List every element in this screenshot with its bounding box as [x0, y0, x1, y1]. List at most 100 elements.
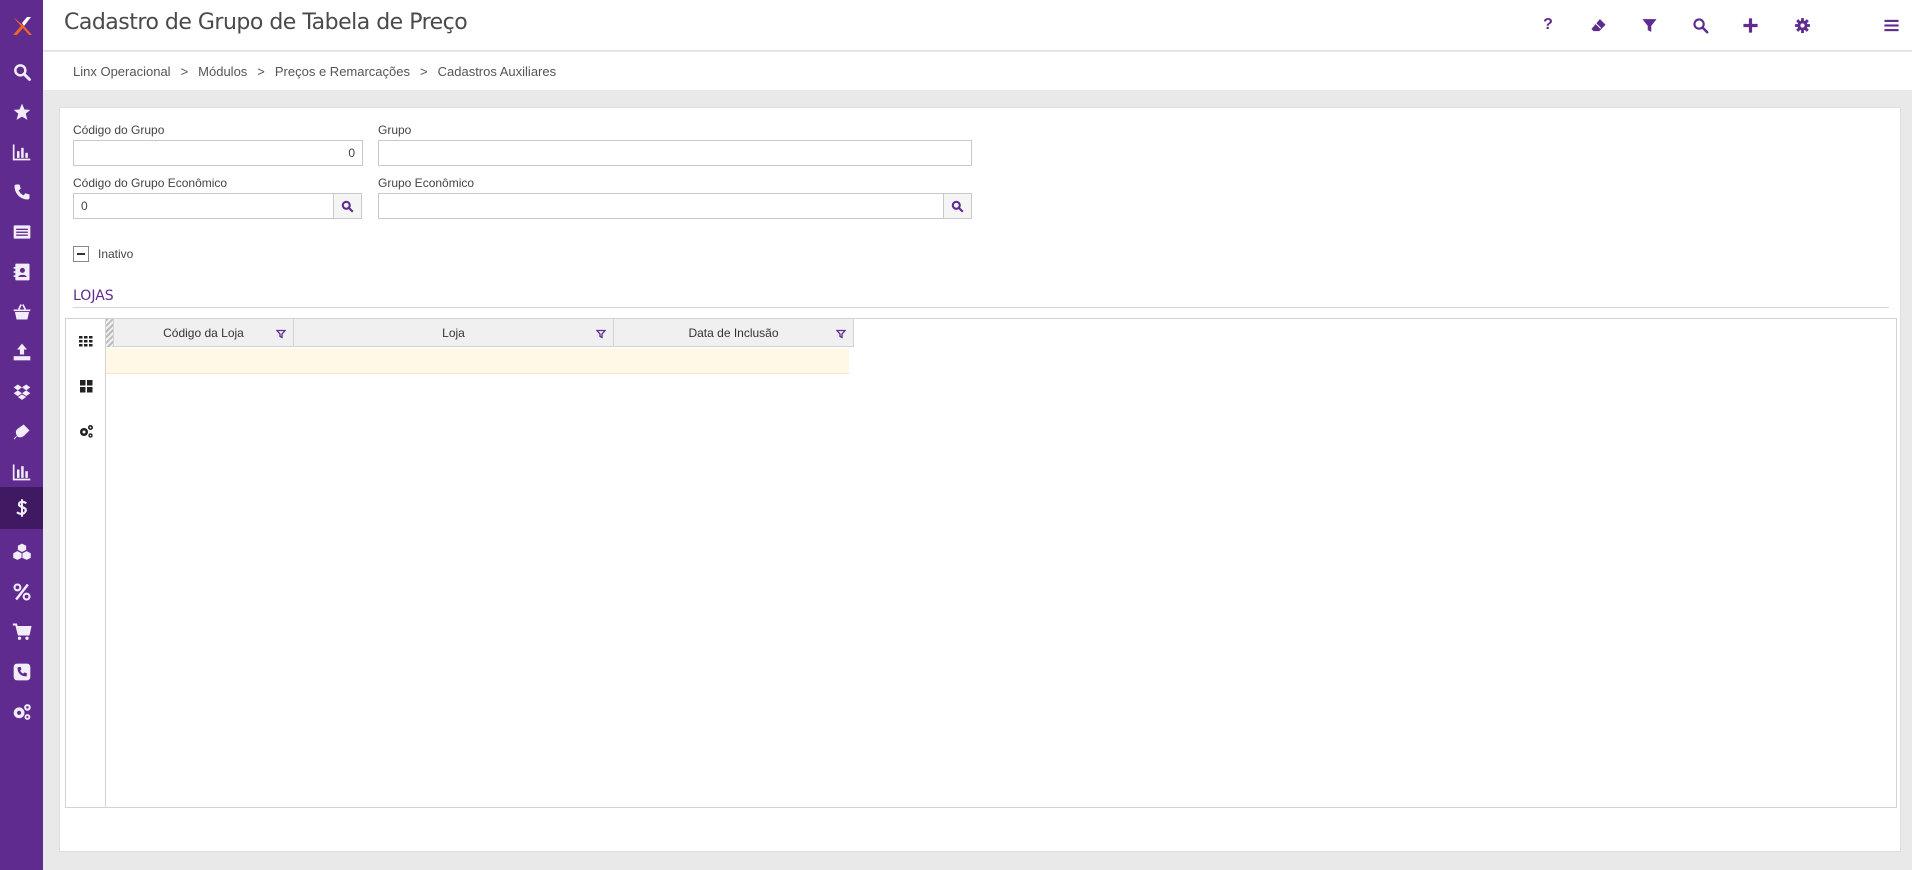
sidebar-item-contacts[interactable]: [0, 252, 43, 292]
sidebar-item-discounts[interactable]: [0, 572, 43, 612]
indeterminate-mark: [77, 253, 85, 255]
sidebar-item-phone[interactable]: [0, 172, 43, 212]
dropbox-icon: [13, 384, 30, 400]
inativo-checkbox[interactable]: [73, 246, 89, 262]
sidebar-item-search[interactable]: [0, 52, 43, 92]
page-title: Cadastro de Grupo de Tabela de Preço: [64, 10, 468, 35]
sidebar: [0, 0, 43, 870]
plug-icon: [13, 424, 29, 440]
sidebar-item-dropbox[interactable]: [0, 372, 43, 412]
help-icon: ?: [1543, 16, 1553, 33]
sidebar-item-list[interactable]: [0, 212, 43, 252]
linx-logo[interactable]: [0, 0, 43, 52]
grupo-label: Grupo: [378, 123, 412, 137]
search-icon: [13, 64, 31, 81]
breadcrumb-item-modulos[interactable]: Módulos: [198, 64, 247, 79]
tiles-view-button[interactable]: [74, 374, 98, 398]
sidebar-item-reports[interactable]: [0, 132, 43, 172]
codigo-grupo-input[interactable]: 0: [73, 140, 363, 166]
grid-new-row[interactable]: [106, 348, 849, 374]
form-panel: Código do Grupo 0 Grupo Código do Grupo …: [59, 107, 1901, 852]
codigo-grupo-economico-search-button[interactable]: [333, 193, 362, 219]
column-label: Código da Loja: [163, 326, 244, 340]
grid-view-icon: [79, 336, 93, 347]
grupo-economico-search-button[interactable]: [943, 193, 972, 219]
sidebar-item-settings[interactable]: [0, 692, 43, 732]
eraser-icon: [1590, 18, 1606, 31]
plus-icon: [1742, 17, 1758, 33]
star-icon: [13, 103, 30, 120]
search-icon: [951, 200, 964, 213]
breadcrumb-item-linx-operacional[interactable]: Linx Operacional: [73, 64, 171, 79]
grid-settings-button[interactable]: [74, 419, 98, 443]
column-filter-button[interactable]: [275, 328, 287, 339]
gears-icon: [13, 704, 31, 720]
grupo-input[interactable]: [378, 140, 972, 166]
sidebar-item-sales[interactable]: [0, 612, 43, 652]
breadcrumb-item-precos-remarcacoes[interactable]: Preços e Remarcações: [275, 64, 410, 79]
codigo-grupo-economico-label: Código do Grupo Econômico: [73, 176, 228, 190]
page-header: Cadastro de Grupo de Tabela de Preço ?: [43, 0, 1912, 51]
grid-header-row: Código da Loja Loja Data de Inclusão: [106, 319, 854, 347]
grid-view-button[interactable]: [74, 329, 98, 353]
column-filter-button[interactable]: [595, 328, 607, 339]
cubes-icon: [12, 543, 31, 560]
bar-chart-icon: [12, 464, 30, 481]
percent-icon: [12, 583, 31, 601]
sidebar-item-upload[interactable]: [0, 332, 43, 372]
inativo-label: Inativo: [98, 247, 134, 261]
filter-icon: [595, 329, 607, 339]
grupo-economico-label: Grupo Econômico: [378, 176, 475, 190]
sidebar-item-favorites[interactable]: [0, 92, 43, 132]
breadcrumb: Linx Operacional > Módulos > Preços e Re…: [43, 52, 1912, 90]
grid-settings-icon: [80, 425, 93, 438]
list-icon: [13, 225, 30, 239]
column-header-codigo-loja[interactable]: Código da Loja: [114, 319, 294, 347]
phone-square-icon: [13, 663, 30, 681]
sidebar-item-stock[interactable]: [0, 532, 43, 572]
basket-icon: [13, 304, 30, 320]
filter-button[interactable]: [1637, 13, 1661, 37]
search-icon: [1692, 17, 1708, 33]
gear-icon: [1794, 17, 1810, 33]
cart-icon: [12, 623, 32, 640]
upload-icon: [13, 343, 30, 361]
help-button[interactable]: ?: [1536, 13, 1560, 37]
breadcrumb-separator: >: [420, 63, 428, 79]
phone-icon: [14, 184, 29, 200]
search-button[interactable]: [1688, 13, 1712, 37]
column-header-data-inclusao[interactable]: Data de Inclusão: [614, 319, 854, 347]
column-filter-button[interactable]: [835, 328, 847, 339]
menu-icon: [1883, 19, 1899, 31]
bar-chart-icon: [12, 144, 30, 161]
sidebar-item-prices[interactable]: [0, 487, 43, 529]
sidebar-item-analytics[interactable]: [0, 452, 43, 492]
dollar-icon: [15, 499, 27, 517]
codigo-grupo-label: Código do Grupo: [73, 123, 165, 137]
lojas-section-title: LOJAS: [73, 288, 114, 304]
search-icon: [341, 200, 354, 213]
sidebar-item-plugins[interactable]: [0, 412, 43, 452]
breadcrumb-item-cadastros-auxiliares[interactable]: Cadastros Auxiliares: [438, 64, 557, 79]
tiles-view-icon: [80, 380, 93, 393]
clear-button[interactable]: [1586, 13, 1610, 37]
lojas-grid: Código da Loja Loja Data de Inclusão: [65, 318, 1897, 808]
contact-card-icon: [13, 263, 29, 281]
sidebar-item-basket[interactable]: [0, 292, 43, 332]
grupo-economico-input[interactable]: [378, 193, 944, 219]
breadcrumb-separator: >: [180, 63, 189, 79]
breadcrumb-separator: >: [257, 63, 265, 79]
column-header-loja[interactable]: Loja: [294, 319, 614, 347]
codigo-grupo-economico-input[interactable]: 0: [73, 193, 334, 219]
settings-button[interactable]: [1790, 13, 1814, 37]
add-button[interactable]: [1738, 13, 1762, 37]
linx-logo-icon: [12, 17, 32, 35]
sidebar-item-telephony[interactable]: [0, 652, 43, 692]
filter-icon: [1641, 18, 1657, 32]
main-menu-button[interactable]: [1879, 13, 1903, 37]
column-resize-handle[interactable]: [106, 319, 114, 347]
filter-icon: [275, 329, 287, 339]
column-label: Data de Inclusão: [688, 326, 779, 340]
lojas-section-divider: [73, 307, 1889, 308]
filter-icon: [835, 329, 847, 339]
